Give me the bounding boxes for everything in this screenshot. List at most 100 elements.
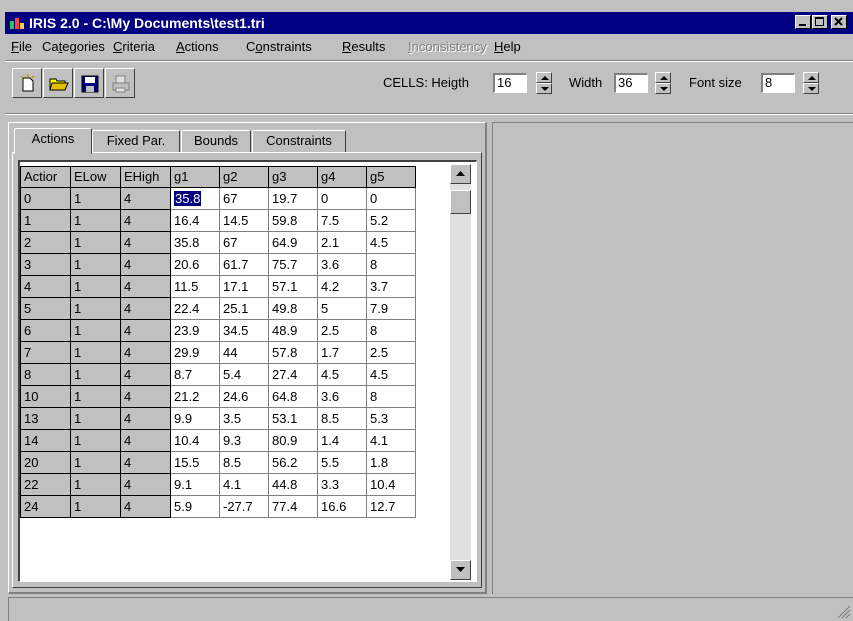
grid-cell[interactable]: 57.8 bbox=[268, 341, 318, 364]
menu-item[interactable]: Help bbox=[494, 39, 521, 55]
menu-item[interactable]: Inconsistency bbox=[408, 39, 487, 55]
grid-cell[interactable]: 1.8 bbox=[366, 451, 416, 474]
spin-down-button[interactable] bbox=[655, 83, 671, 94]
row-header-cell[interactable]: 22 bbox=[20, 473, 71, 496]
column-header[interactable]: EHigh bbox=[120, 166, 171, 188]
grid-cell[interactable]: 14.5 bbox=[219, 209, 269, 232]
grid-cell[interactable]: 75.7 bbox=[268, 253, 318, 276]
scroll-down-button[interactable] bbox=[450, 560, 471, 580]
grid-cell[interactable]: 9.1 bbox=[170, 473, 220, 496]
grid-cell[interactable]: 4.2 bbox=[317, 275, 367, 298]
grid-cell[interactable]: 27.4 bbox=[268, 363, 318, 386]
print-button[interactable] bbox=[105, 68, 135, 98]
resize-grip-icon[interactable] bbox=[837, 605, 851, 619]
menu-item[interactable]: Constraints bbox=[246, 39, 312, 55]
save-button[interactable] bbox=[74, 68, 104, 98]
spin-up-button[interactable] bbox=[536, 72, 552, 83]
grid-cell[interactable]: 53.1 bbox=[268, 407, 318, 430]
minimize-button[interactable] bbox=[795, 15, 811, 29]
font-size-input[interactable]: 8 bbox=[761, 73, 795, 93]
row-header-cell[interactable]: 8 bbox=[20, 363, 71, 386]
vertical-scrollbar[interactable] bbox=[450, 164, 471, 580]
row-header-cell[interactable]: 1 bbox=[70, 407, 121, 430]
grid-cell[interactable]: 48.9 bbox=[268, 319, 318, 342]
tab-constraints[interactable]: Constraints bbox=[252, 130, 346, 152]
cells-width-input[interactable]: 36 bbox=[614, 73, 648, 93]
row-header-cell[interactable]: 0 bbox=[20, 187, 71, 210]
row-header-cell[interactable]: 4 bbox=[120, 275, 171, 298]
tab-fixed-par[interactable]: Fixed Par. bbox=[92, 130, 180, 152]
row-header-cell[interactable]: 1 bbox=[70, 495, 121, 518]
grid-cell[interactable]: 11.5 bbox=[170, 275, 220, 298]
column-header[interactable]: g2 bbox=[219, 166, 269, 188]
grid-cell[interactable]: 1.4 bbox=[317, 429, 367, 452]
grid-cell[interactable]: 8 bbox=[366, 319, 416, 342]
row-header-cell[interactable]: 4 bbox=[120, 363, 171, 386]
row-header-cell[interactable]: 1 bbox=[70, 275, 121, 298]
column-header[interactable]: g1 bbox=[170, 166, 220, 188]
row-header-cell[interactable]: 4 bbox=[120, 209, 171, 232]
row-header-cell[interactable]: 1 bbox=[70, 187, 121, 210]
grid-cell[interactable]: 57.1 bbox=[268, 275, 318, 298]
grid-cell[interactable]: 4.5 bbox=[366, 363, 416, 386]
grid-cell[interactable]: 49.8 bbox=[268, 297, 318, 320]
row-header-cell[interactable]: 4 bbox=[20, 275, 71, 298]
row-header-cell[interactable]: 1 bbox=[70, 209, 121, 232]
grid-cell[interactable]: 9.9 bbox=[170, 407, 220, 430]
actions-grid[interactable]: Actior ELow EHigh g1 g2 g3 g4 g5 0 1 4 35.8 67 19.7 0 0… bbox=[18, 160, 477, 582]
grid-cell[interactable]: 8.5 bbox=[317, 407, 367, 430]
grid-cell[interactable]: 3.6 bbox=[317, 385, 367, 408]
row-header-cell[interactable]: 1 bbox=[20, 209, 71, 232]
grid-cell[interactable]: 0 bbox=[366, 187, 416, 210]
row-header-cell[interactable]: 4 bbox=[120, 319, 171, 342]
grid-cell[interactable]: 80.9 bbox=[268, 429, 318, 452]
row-header-cell[interactable]: 20 bbox=[20, 451, 71, 474]
grid-cell[interactable]: 5.4 bbox=[219, 363, 269, 386]
grid-cell[interactable]: 4.1 bbox=[219, 473, 269, 496]
grid-cell[interactable]: 10.4 bbox=[170, 429, 220, 452]
cells-height-spinner[interactable] bbox=[536, 72, 552, 94]
grid-cell[interactable]: 61.7 bbox=[219, 253, 269, 276]
row-header-cell[interactable]: 4 bbox=[120, 187, 171, 210]
row-header-cell[interactable]: 10 bbox=[20, 385, 71, 408]
menu-item[interactable]: Actions bbox=[176, 39, 219, 55]
grid-cell[interactable]: 44.8 bbox=[268, 473, 318, 496]
tab-actions[interactable]: Actions bbox=[14, 128, 92, 154]
font-size-spinner[interactable] bbox=[803, 72, 819, 94]
tab-bounds[interactable]: Bounds bbox=[181, 130, 251, 152]
cells-width-spinner[interactable] bbox=[655, 72, 671, 94]
grid-cell[interactable]: 59.8 bbox=[268, 209, 318, 232]
open-button[interactable] bbox=[43, 68, 73, 98]
grid-cell[interactable]: 34.5 bbox=[219, 319, 269, 342]
grid-cell[interactable]: 67 bbox=[219, 231, 269, 254]
grid-cell[interactable]: 4.5 bbox=[317, 363, 367, 386]
row-header-cell[interactable]: 4 bbox=[120, 297, 171, 320]
grid-cell[interactable]: 2.5 bbox=[317, 319, 367, 342]
grid-cell[interactable]: 21.2 bbox=[170, 385, 220, 408]
row-header-cell[interactable]: 4 bbox=[120, 231, 171, 254]
row-header-cell[interactable]: 1 bbox=[70, 297, 121, 320]
grid-cell[interactable]: 23.9 bbox=[170, 319, 220, 342]
grid-cell[interactable]: 20.6 bbox=[170, 253, 220, 276]
spin-up-button[interactable] bbox=[655, 72, 671, 83]
grid-cell[interactable]: 4.1 bbox=[366, 429, 416, 452]
grid-cell[interactable]: 1.7 bbox=[317, 341, 367, 364]
maximize-button[interactable] bbox=[812, 15, 828, 29]
grid-cell[interactable]: 77.4 bbox=[268, 495, 318, 518]
menu-item[interactable]: Criteria bbox=[113, 39, 155, 55]
grid-cell[interactable]: 16.4 bbox=[170, 209, 220, 232]
scroll-up-button[interactable] bbox=[450, 164, 471, 184]
grid-cell[interactable]: -27.7 bbox=[219, 495, 269, 518]
grid-cell[interactable]: 9.3 bbox=[219, 429, 269, 452]
menu-item[interactable]: File bbox=[11, 39, 32, 55]
grid-cell[interactable]: 4.5 bbox=[366, 231, 416, 254]
grid-cell[interactable]: 64.8 bbox=[268, 385, 318, 408]
title-bar[interactable]: IRIS 2.0 - C:\My Documents\test1.tri bbox=[5, 12, 853, 34]
grid-cell[interactable]: 5.9 bbox=[170, 495, 220, 518]
row-header-cell[interactable]: 1 bbox=[70, 385, 121, 408]
row-header-cell[interactable]: 4 bbox=[120, 429, 171, 452]
row-header-cell[interactable]: 1 bbox=[70, 429, 121, 452]
grid-cell[interactable]: 44 bbox=[219, 341, 269, 364]
grid-cell[interactable]: 10.4 bbox=[366, 473, 416, 496]
row-header-cell[interactable]: 1 bbox=[70, 231, 121, 254]
